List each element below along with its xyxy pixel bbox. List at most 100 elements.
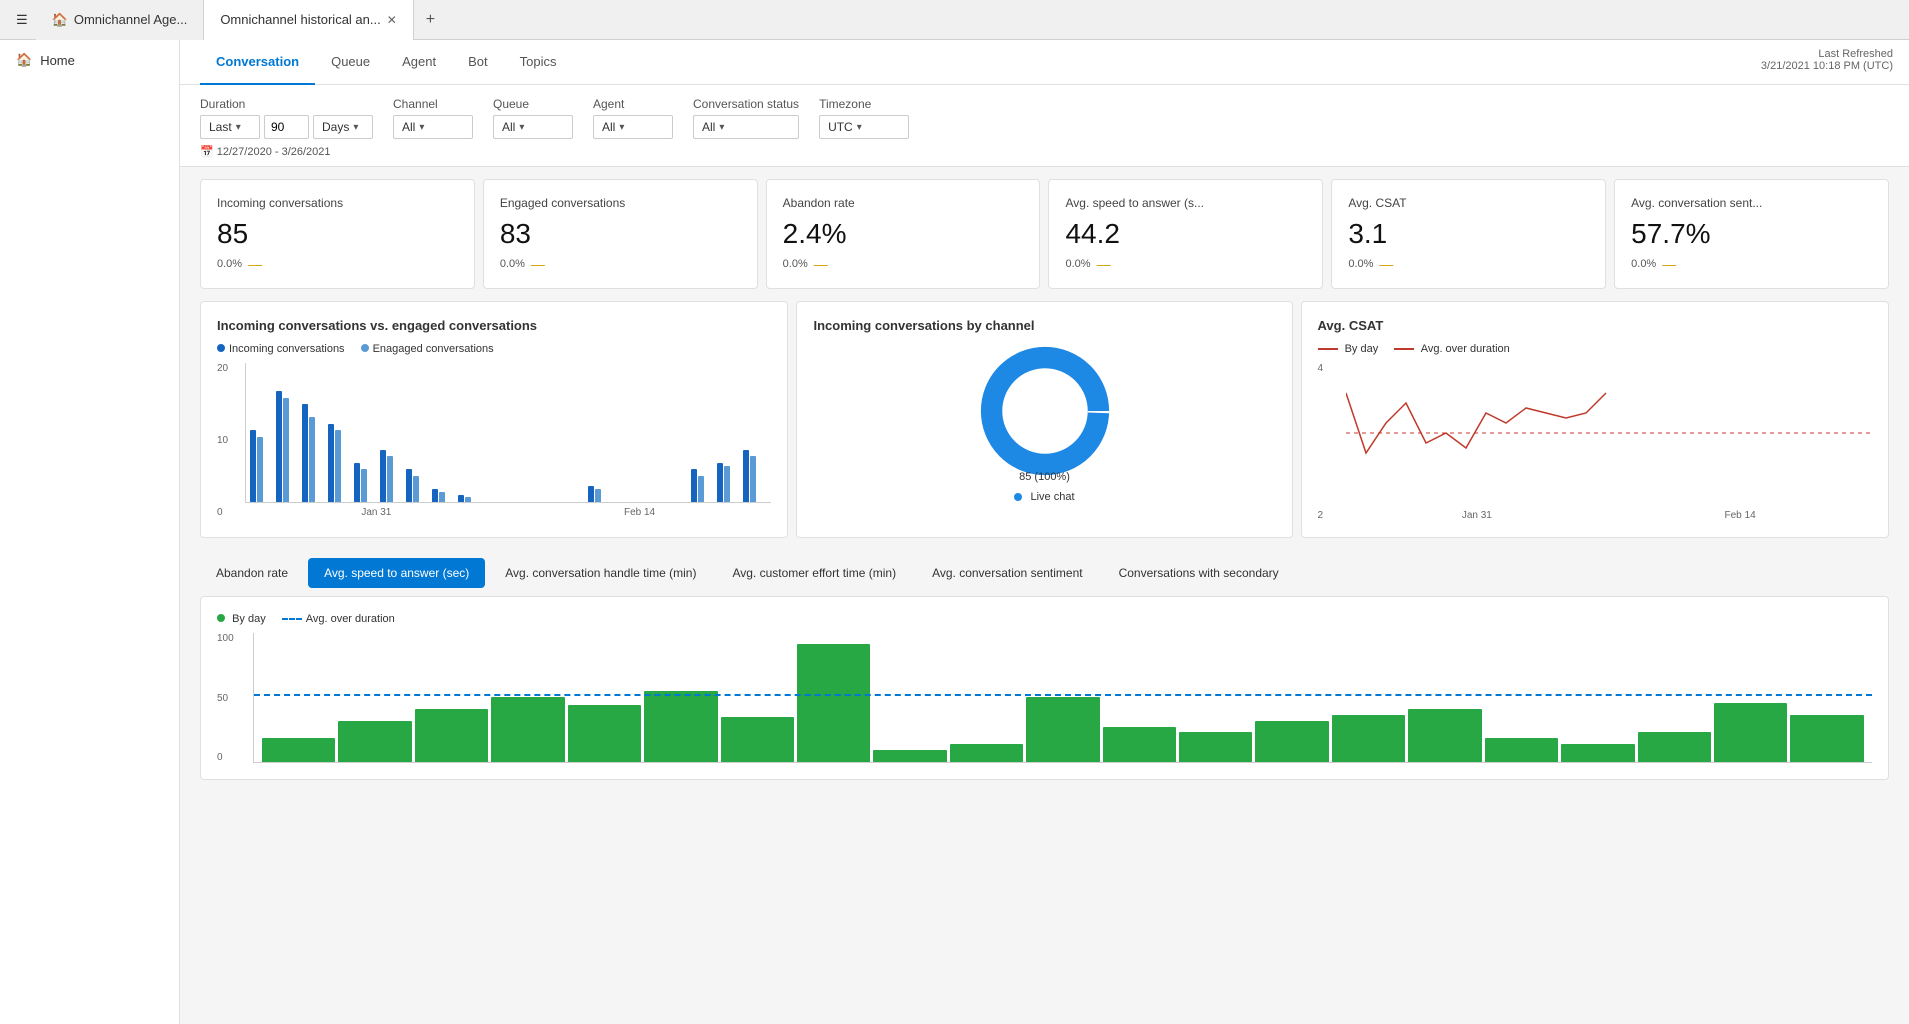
agent-select[interactable]: All ▾ [593,115,673,139]
donut-chart-title: Incoming conversations by channel [813,318,1275,333]
home-icon: 🏠 [16,52,32,68]
bottom-bar [1255,721,1328,762]
channel-select[interactable]: All ▾ [393,115,473,139]
tab-omnichannel-historical[interactable]: Omnichannel historical an... ✕ [204,0,413,40]
queue-select[interactable]: All ▾ [493,115,573,139]
donut-label: 85 (100%) [1019,471,1070,483]
tab-agent[interactable]: Agent [386,40,452,85]
bar-group [406,469,430,502]
incoming-bar [588,486,594,502]
tab-queue[interactable]: Queue [315,40,386,85]
kpi-value-3: 44.2 [1065,218,1306,250]
kpi-change-0: 0.0% [217,258,242,270]
bottom-bar [1790,715,1863,762]
bottom-bar [721,717,794,762]
nav-tabs: Conversation Queue Agent Bot Topics Last… [180,40,1909,85]
bottom-bar [415,709,488,762]
chevron-down-icon: ▾ [857,122,862,133]
bottom-bar [873,750,946,762]
menu-icon[interactable]: ☰ [8,4,36,36]
bottom-tab-4[interactable]: Avg. conversation sentiment [916,558,1099,588]
filters-section: Duration Last ▾ Days ▾ Chann [180,85,1909,167]
tab-topics[interactable]: Topics [504,40,573,85]
kpi-change-4: 0.0% [1348,258,1373,270]
bottom-bar [1408,709,1481,762]
timezone-filter: Timezone UTC ▾ [819,97,909,139]
bar-group [354,463,378,502]
bottom-bar [1714,703,1787,762]
conv-status-select[interactable]: All ▾ [693,115,799,139]
donut-chart-card: Incoming conversations by channel 85 (10… [796,301,1292,538]
bar-chart-area [245,363,771,503]
home-icon: 🏠 [52,12,68,28]
bottom-bar [1332,715,1405,762]
kpi-change-2: 0.0% [783,258,808,270]
chevron-down-icon: ▾ [719,122,724,133]
duration-filter: Duration Last ▾ Days ▾ [200,97,373,139]
kpi-footer-3: 0.0% — [1065,256,1306,272]
bottom-bar [644,691,717,762]
kpi-trend-icon-3: — [1097,256,1111,272]
duration-preset-select[interactable]: Last ▾ [200,115,260,139]
incoming-bar [691,469,697,502]
kpi-trend-icon-1: — [531,256,545,272]
bar-group [717,463,741,502]
line-y-labels: 4 2 [1318,363,1324,521]
engaged-bar [387,456,393,502]
kpi-value-1: 83 [500,218,741,250]
last-refreshed-value: 3/21/2021 10:18 PM (UTC) [1761,60,1893,72]
tab-bot[interactable]: Bot [452,40,504,85]
engaged-bar [413,476,419,502]
tab-omnichannel-agent[interactable]: 🏠 Omnichannel Age... [36,0,205,40]
bar-group [328,424,352,502]
bottom-bar [1561,744,1634,762]
incoming-bar [250,430,256,502]
line-chart-title: Avg. CSAT [1318,318,1872,333]
kpi-change-5: 0.0% [1631,258,1656,270]
bar-chart-legend: Incoming conversations Enagaged conversa… [217,343,771,355]
bottom-tab-2[interactable]: Avg. conversation handle time (min) [489,558,712,588]
kpi-change-3: 0.0% [1065,258,1090,270]
bottom-tab-5[interactable]: Conversations with secondary [1103,558,1295,588]
bar-chart-title: Incoming conversations vs. engaged conve… [217,318,771,333]
bottom-bar [491,697,564,762]
bottom-tab-3[interactable]: Avg. customer effort time (min) [716,558,912,588]
bottom-bar-area [253,633,1872,763]
bottom-bar [1638,732,1711,762]
bar-group [380,450,404,502]
kpi-title-3: Avg. speed to answer (s... [1065,196,1306,210]
avg-line [254,694,1872,696]
kpi-title-2: Abandon rate [783,196,1024,210]
bottom-bar [262,738,335,762]
add-tab-button[interactable]: + [414,3,447,37]
tab-label-agent: Omnichannel Age... [74,12,187,27]
timezone-select[interactable]: UTC ▾ [819,115,909,139]
sidebar-item-home[interactable]: 🏠 Home [0,40,179,80]
date-range: 📅 12/27/2020 - 3/26/2021 [200,145,1889,158]
queue-filter: Queue All ▾ [493,97,573,139]
incoming-bar [432,489,438,502]
bar-x-labels: Jan 31 Feb 14 [245,507,771,518]
kpi-title-1: Engaged conversations [500,196,741,210]
chevron-down-icon: ▾ [353,122,358,133]
duration-unit-select[interactable]: Days ▾ [313,115,373,139]
bottom-tab-0[interactable]: Abandon rate [200,558,304,588]
engaged-bar [361,469,367,502]
donut-area: 85 (100%) Live chat [813,343,1275,503]
kpi-footer-4: 0.0% — [1348,256,1589,272]
tab-conversation[interactable]: Conversation [200,40,315,85]
last-refreshed-label: Last Refreshed [1761,48,1893,60]
kpi-card-2: Abandon rate 2.4% 0.0% — [766,179,1041,289]
duration-value-input[interactable] [264,115,309,139]
incoming-bar [328,424,334,502]
incoming-bar [406,469,412,502]
conv-status-label: Conversation status [693,97,799,111]
queue-label: Queue [493,97,573,111]
kpi-row: Incoming conversations 85 0.0% — Engaged… [180,167,1909,301]
bottom-tab-1[interactable]: Avg. speed to answer (sec) [308,558,485,588]
engaged-bar [698,476,704,502]
bottom-chart-legend: By day Avg. over duration [217,613,1872,625]
bottom-bar [568,705,641,762]
channel-label: Channel [393,97,473,111]
close-icon[interactable]: ✕ [387,13,397,27]
